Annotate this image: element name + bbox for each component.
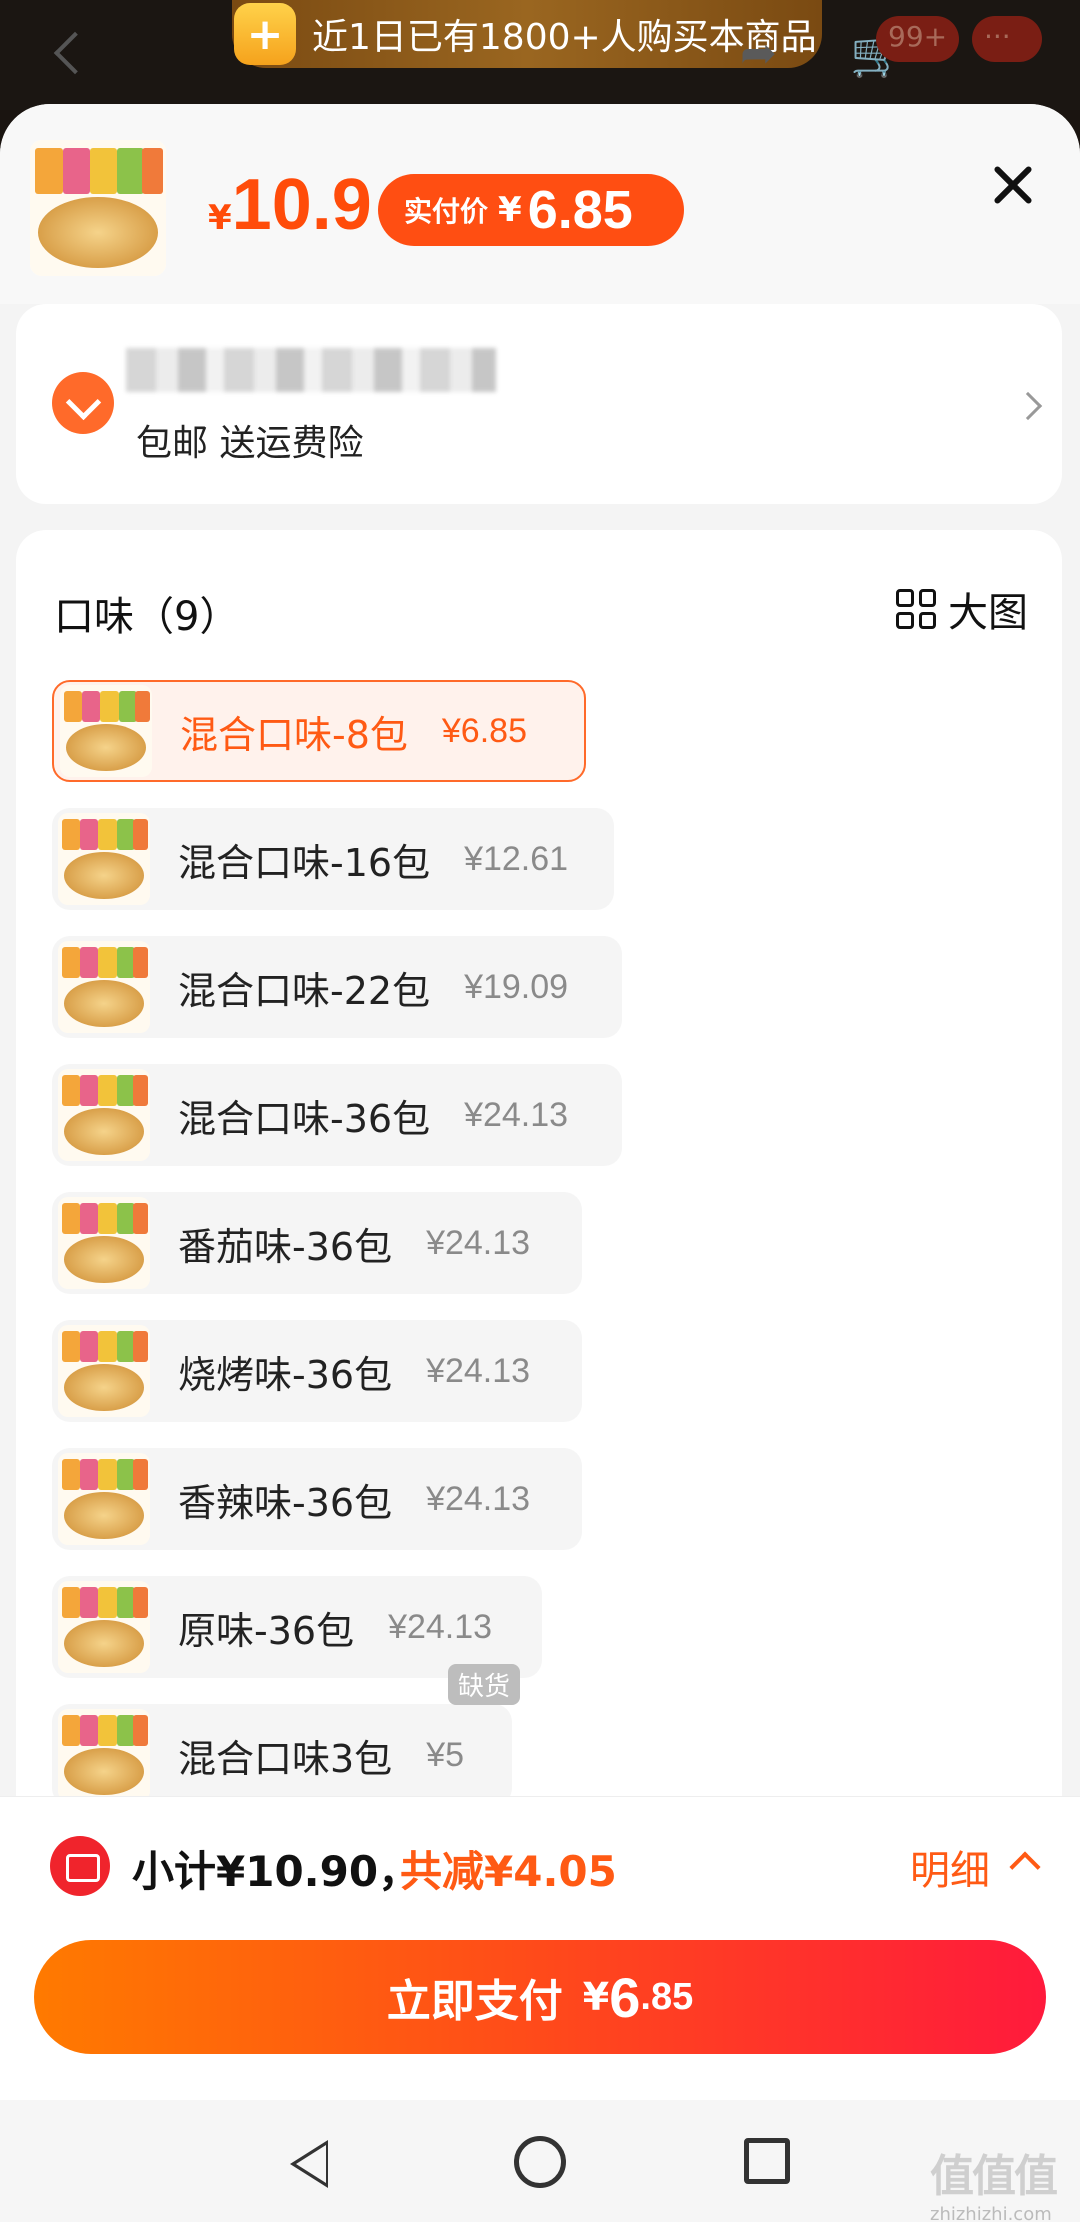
flavor-section: 口味（9） 大图 混合口味-8包 ¥6.85 混合口味-16包 ¥12.61 混… — [16, 530, 1062, 1930]
option-name: 混合口味-22包 — [178, 968, 431, 1013]
coupon-icon — [50, 1836, 110, 1896]
option-price: ¥24.13 — [426, 1479, 531, 1518]
flavor-option[interactable]: 混合口味-22包 ¥19.09 — [52, 936, 622, 1038]
flavor-option[interactable]: 混合口味-8包 ¥6.85 — [52, 680, 586, 782]
flavor-option[interactable]: 混合口味-36包 ¥24.13 — [52, 1064, 622, 1166]
location-pin-icon — [52, 372, 114, 434]
product-thumbnail[interactable] — [30, 140, 166, 276]
option-price: ¥24.13 — [464, 1095, 569, 1134]
option-name: 香辣味-36包 — [178, 1480, 393, 1525]
flavor-option[interactable]: 香辣味-36包 ¥24.13 — [52, 1448, 582, 1550]
top-bar: + 近1日已有1800+人购买本商品 ➦ 🛒 99+ ··· — [0, 0, 1080, 110]
option-thumbnail — [58, 1325, 150, 1417]
flavor-option[interactable]: 原味-36包 ¥24.13 — [52, 1576, 542, 1678]
more-icon[interactable]: ··· — [972, 16, 1042, 62]
divider — [0, 1796, 1080, 1797]
option-price: ¥24.13 — [426, 1351, 531, 1390]
option-price: ¥24.13 — [426, 1223, 531, 1262]
option-price: ¥6.85 — [441, 711, 527, 750]
option-price: ¥12.61 — [464, 839, 569, 878]
cart-badge: 99+ — [876, 16, 960, 62]
option-thumbnail — [58, 813, 150, 905]
option-name: 混合口味-36包 — [178, 1096, 431, 1141]
address-redacted — [126, 348, 496, 392]
option-name: 混合口味-16包 — [178, 840, 431, 885]
big-picture-label: 大图 — [948, 590, 1028, 636]
option-name: 番茄味-36包 — [178, 1224, 393, 1269]
option-name: 烧烤味-36包 — [178, 1352, 393, 1397]
option-price: ¥19.09 — [464, 967, 569, 1006]
chevron-up-icon[interactable] — [1009, 1851, 1041, 1883]
flavor-option[interactable]: 烧烤味-36包 ¥24.13 — [52, 1320, 582, 1422]
flavor-option[interactable]: 混合口味3包 ¥5 缺货 — [52, 1664, 520, 1806]
detail-toggle[interactable]: 明细 — [910, 1838, 990, 1896]
grid-icon — [896, 589, 936, 629]
pay-now-button[interactable]: 立即支付 ¥ 6.85 — [34, 1940, 1046, 2054]
total-discount: 共减¥4.05 — [400, 1847, 617, 1896]
option-thumbnail — [58, 1197, 150, 1289]
option-price: ¥5 — [426, 1735, 465, 1774]
option-name: 混合口味3包 — [178, 1736, 393, 1781]
flavor-options: 混合口味-8包 ¥6.85 混合口味-16包 ¥12.61 混合口味-22包 ¥… — [52, 680, 952, 1832]
nav-recents-icon[interactable] — [744, 2138, 790, 2184]
back-arrow-icon[interactable] — [53, 31, 97, 75]
option-name: 混合口味-8包 — [180, 712, 408, 757]
option-price: ¥24.13 — [388, 1607, 493, 1646]
shipping-info: 包邮 送运费险 — [136, 423, 364, 464]
option-thumbnail — [58, 1581, 150, 1673]
plus-bag-icon: + — [234, 3, 296, 65]
share-icon[interactable]: ➦ — [740, 28, 777, 79]
flavor-option[interactable]: 番茄味-36包 ¥24.13 — [52, 1192, 582, 1294]
flavor-title: 口味（9） — [54, 594, 240, 640]
subtotal: 小计¥10.90， — [132, 1847, 421, 1896]
product-price: ¥10.9 — [208, 165, 372, 245]
option-thumbnail — [58, 1709, 150, 1801]
option-name: 原味-36包 — [178, 1608, 355, 1653]
option-thumbnail — [58, 1069, 150, 1161]
nav-home-icon[interactable] — [514, 2136, 566, 2188]
sheet-header: ¥10.9 实付价 ¥ 6.85 — [0, 104, 1080, 304]
watermark: 值值值 zhizhizhi.com — [930, 2151, 1058, 2222]
address-card[interactable]: 包邮 送运费险 — [16, 304, 1062, 504]
close-icon[interactable] — [988, 160, 1038, 210]
nav-back-icon[interactable] — [290, 2140, 328, 2188]
flavor-option[interactable]: 混合口味-16包 ¥12.61 — [52, 808, 614, 910]
option-thumbnail — [60, 685, 152, 777]
big-picture-toggle[interactable]: 大图 — [896, 580, 1028, 638]
sku-sheet: ¥10.9 实付价 ¥ 6.85 包邮 送运费险 口味（9） 大图 混合口味-8… — [0, 104, 1080, 2222]
out-of-stock-badge: 缺货 — [447, 1664, 520, 1705]
purchase-banner: + 近1日已有1800+人购买本商品 — [232, 0, 822, 68]
paid-price-pill: 实付价 ¥ 6.85 — [378, 174, 684, 246]
chevron-right-icon — [1013, 391, 1043, 421]
system-nav-bar — [0, 2100, 1080, 2222]
option-thumbnail — [58, 1453, 150, 1545]
option-thumbnail — [58, 941, 150, 1033]
